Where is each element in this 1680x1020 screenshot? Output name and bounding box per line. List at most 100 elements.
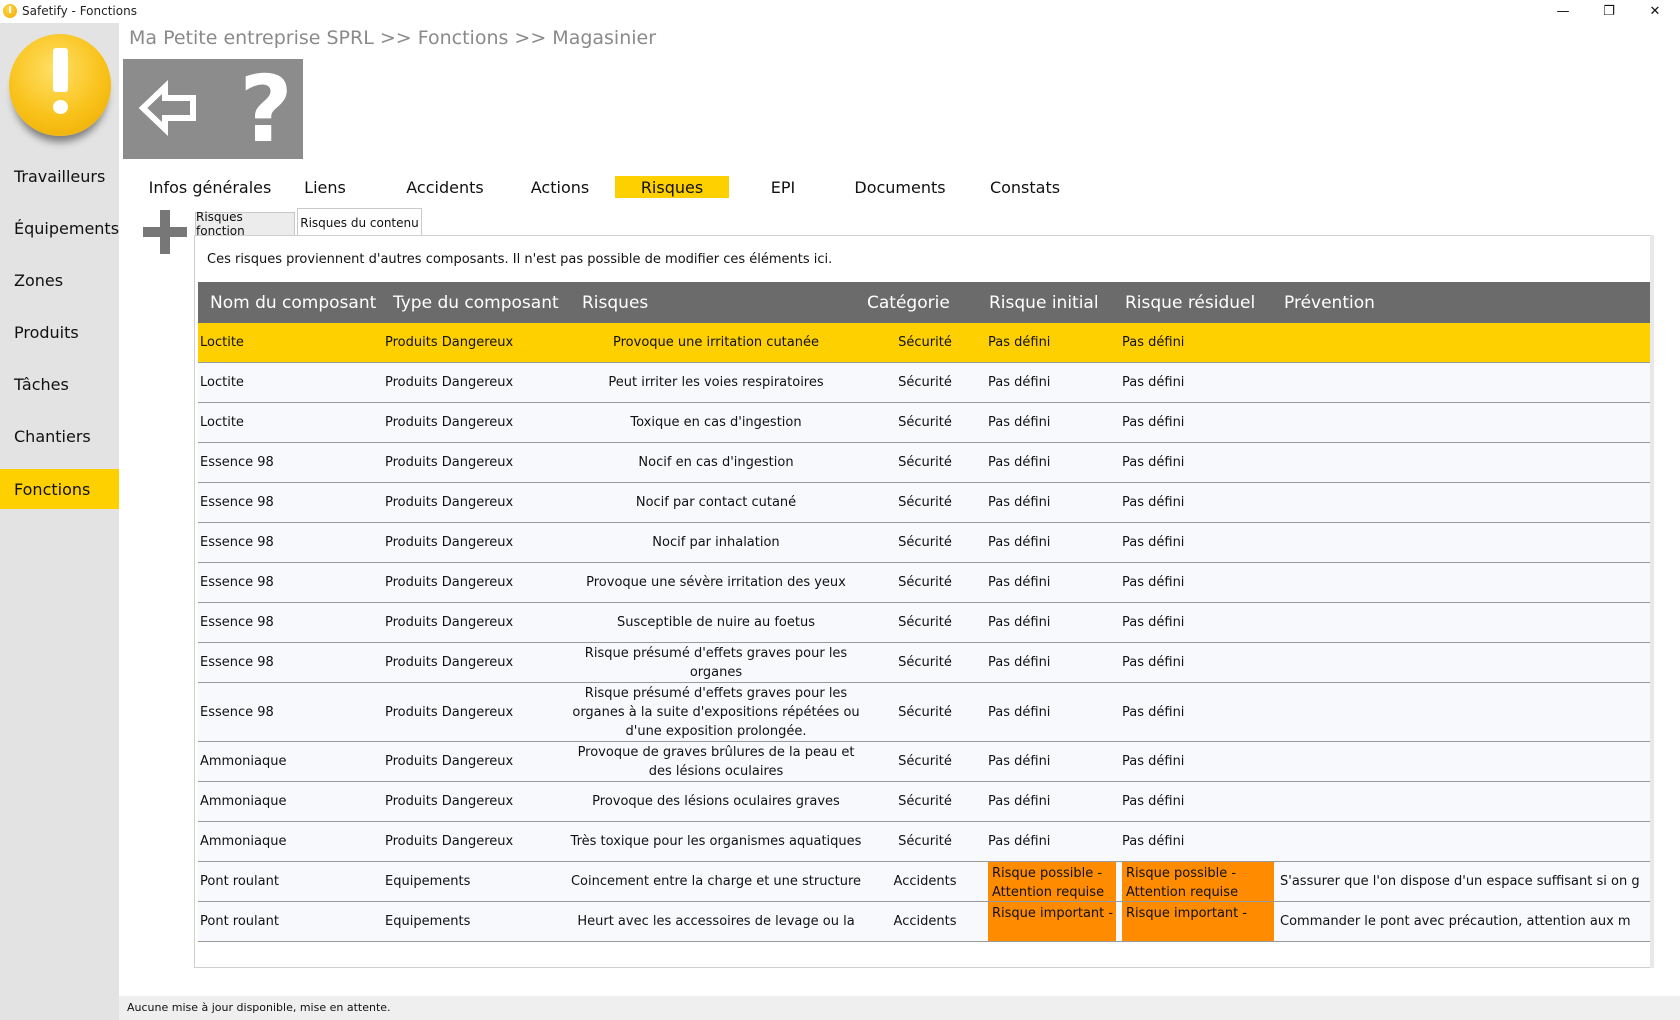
- cell-risque-initial: Pas défini: [988, 335, 1051, 350]
- cell-categorie: Sécurité: [898, 655, 952, 670]
- cell-risques: Susceptible de nuire au foetus: [616, 615, 815, 630]
- cell-type: Produits Dangereux: [385, 455, 514, 470]
- table-row[interactable]: Ammoniaque Produits Dangereux Provoque des…: [198, 782, 1650, 822]
- tab-documents[interactable]: Documents: [850, 176, 950, 198]
- cell-type: Produits Dangereux: [385, 495, 514, 510]
- cell-type: Produits Dangereux: [385, 335, 514, 350]
- cell-risque-initial: Pas défini: [988, 415, 1051, 430]
- cell-categorie: Sécurité: [898, 415, 952, 430]
- cell-risque-initial: Pas défini: [988, 535, 1051, 550]
- subtab-risques-fonction[interactable]: Risques fonction: [195, 210, 295, 238]
- tab-actions[interactable]: Actions: [520, 176, 600, 198]
- table-row[interactable]: Ammoniaque Produits Dangereux Provoque de …: [198, 742, 1650, 782]
- tab-risques[interactable]: Risques: [615, 176, 729, 198]
- cell-nom: Essence 98: [200, 535, 274, 550]
- header-prevention[interactable]: Prévention: [1284, 282, 1375, 323]
- cell-risque-residuel: Pas défini: [1122, 415, 1185, 430]
- maximize-button[interactable]: ❐: [1586, 0, 1632, 23]
- cell-type: Produits Dangereux: [385, 415, 514, 430]
- tab-accidents[interactable]: Accidents: [400, 176, 490, 198]
- cell-risque-residuel: Pas défini: [1122, 495, 1185, 510]
- tab-constats[interactable]: Constats: [985, 176, 1065, 198]
- table-row[interactable]: Loctite Produits Dangereux Provoque une ir…: [198, 323, 1650, 363]
- vertical-scrollbar[interactable]: [1650, 235, 1654, 968]
- tab-liens[interactable]: Liens: [295, 176, 355, 198]
- table-row[interactable]: Essence 98 Produits Dangereux Nocif par co…: [198, 483, 1650, 523]
- cell-risque-initial: Pas défini: [988, 575, 1051, 590]
- cell-nom: Essence 98: [200, 615, 274, 630]
- cell-risque-residuel: Pas défini: [1122, 455, 1185, 470]
- cell-nom: Loctite: [200, 375, 244, 390]
- cell-prevention: [1280, 523, 1650, 562]
- cell-risques: Provoque des lésions oculaires graves: [592, 794, 840, 809]
- table-row[interactable]: Loctite Produits Dangereux Peut irriter le…: [198, 363, 1650, 403]
- cell-risque-residuel: Pas défini: [1122, 335, 1185, 350]
- cell-risque-residuel: Pas défini: [1122, 834, 1185, 849]
- cell-categorie: Sécurité: [898, 704, 952, 720]
- table-row[interactable]: Pont roulant Equipements Heurt avec les ac…: [198, 902, 1650, 942]
- header-risque-initial[interactable]: Risque initial: [989, 282, 1099, 323]
- table-row[interactable]: Essence 98 Produits Dangereux Susceptible …: [198, 603, 1650, 643]
- header-nom-composant[interactable]: Nom du composant: [210, 282, 376, 323]
- safetify-logo-icon: [9, 34, 111, 136]
- table-row[interactable]: Pont roulant Equipements Coincement entre …: [198, 862, 1650, 902]
- sidebar-item-taches[interactable]: Tâches: [0, 364, 119, 404]
- cell-nom: Ammoniaque: [200, 754, 287, 769]
- table-row[interactable]: Loctite Produits Dangereux Toxique en cas …: [198, 403, 1650, 443]
- tab-infos-generales[interactable]: Infos générales: [140, 176, 280, 198]
- sidebar-item-equipements[interactable]: Équipements: [0, 208, 119, 248]
- info-note: Ces risques proviennent d'autres composa…: [207, 252, 833, 267]
- cell-prevention: [1280, 782, 1650, 821]
- add-icon[interactable]: [143, 210, 187, 254]
- table-row[interactable]: Essence 98 Produits Dangereux Risque présu…: [198, 643, 1650, 683]
- cell-risques: Heurt avec les accessoires de levage ou …: [577, 914, 855, 929]
- header-categorie[interactable]: Catégorie: [867, 282, 950, 323]
- cell-risque-initial: Pas défini: [988, 455, 1051, 470]
- window-title: Safetify - Fonctions: [22, 4, 137, 18]
- sidebar-item-chantiers[interactable]: Chantiers: [0, 416, 119, 456]
- cell-categorie: Sécurité: [898, 455, 952, 470]
- table-row[interactable]: Essence 98 Produits Dangereux Nocif en cas…: [198, 443, 1650, 483]
- table-row[interactable]: Essence 98 Produits Dangereux Provoque une…: [198, 563, 1650, 603]
- sidebar-item-fonctions[interactable]: Fonctions: [0, 469, 119, 509]
- cell-prevention: [1280, 483, 1650, 522]
- cell-categorie: Sécurité: [898, 615, 952, 630]
- sidebar-item-zones[interactable]: Zones: [0, 260, 119, 300]
- cell-nom: Essence 98: [200, 704, 274, 720]
- cell-risques: Peut irriter les voies respiratoires: [608, 375, 824, 390]
- close-button[interactable]: ✕: [1632, 0, 1678, 23]
- cell-prevention: [1280, 643, 1650, 682]
- cell-risques: Risque présumé d'effets graves pour les …: [572, 685, 860, 739]
- cell-risque-initial: Pas défini: [988, 655, 1051, 670]
- table-row[interactable]: Ammoniaque Produits Dangereux Très toxique…: [198, 822, 1650, 862]
- cell-risques: Provoque de graves brûlures de la peau e…: [577, 744, 855, 779]
- header-type-composant[interactable]: Type du composant: [393, 282, 559, 323]
- cell-risques: Nocif par contact cutané: [635, 495, 797, 510]
- help-question-icon[interactable]: ?: [226, 56, 306, 163]
- cell-risque-residuel: Pas défini: [1122, 655, 1185, 670]
- sidebar-item-produits[interactable]: Produits: [0, 312, 119, 352]
- back-arrow-icon[interactable]: [137, 77, 199, 139]
- cell-prevention: [1280, 323, 1650, 362]
- table-row[interactable]: Essence 98 Produits Dangereux Nocif par in…: [198, 523, 1650, 563]
- cell-risque-initial: Pas défini: [988, 375, 1051, 390]
- cell-nom: Loctite: [200, 335, 244, 350]
- cell-type: Produits Dangereux: [385, 615, 514, 630]
- sidebar-item-travailleurs[interactable]: Travailleurs: [0, 156, 119, 196]
- minimize-button[interactable]: —: [1540, 0, 1586, 23]
- status-bar: Aucune mise à jour disponible, mise en a…: [119, 996, 1680, 1020]
- cell-nom: Essence 98: [200, 655, 274, 670]
- cell-nom: Ammoniaque: [200, 834, 287, 849]
- title-bar: Safetify - Fonctions — ❐ ✕: [0, 0, 1680, 23]
- cell-risque-initial: Pas défini: [988, 495, 1051, 510]
- subtab-risques-du-contenu[interactable]: Risques du contenu: [297, 208, 422, 236]
- table-row[interactable]: Essence 98 Produits Dangereux Risque présu…: [198, 683, 1650, 742]
- cell-categorie: Accidents: [893, 874, 957, 889]
- cell-risque-residuel: Pas défini: [1122, 575, 1185, 590]
- header-risques[interactable]: Risques: [582, 282, 648, 323]
- tab-epi[interactable]: EPI: [755, 176, 811, 198]
- cell-risque-residuel: Pas défini: [1122, 754, 1185, 769]
- cell-risques: Nocif par inhalation: [652, 535, 780, 550]
- header-risque-residuel[interactable]: Risque résiduel: [1125, 282, 1255, 323]
- cell-nom: Pont roulant: [200, 914, 279, 929]
